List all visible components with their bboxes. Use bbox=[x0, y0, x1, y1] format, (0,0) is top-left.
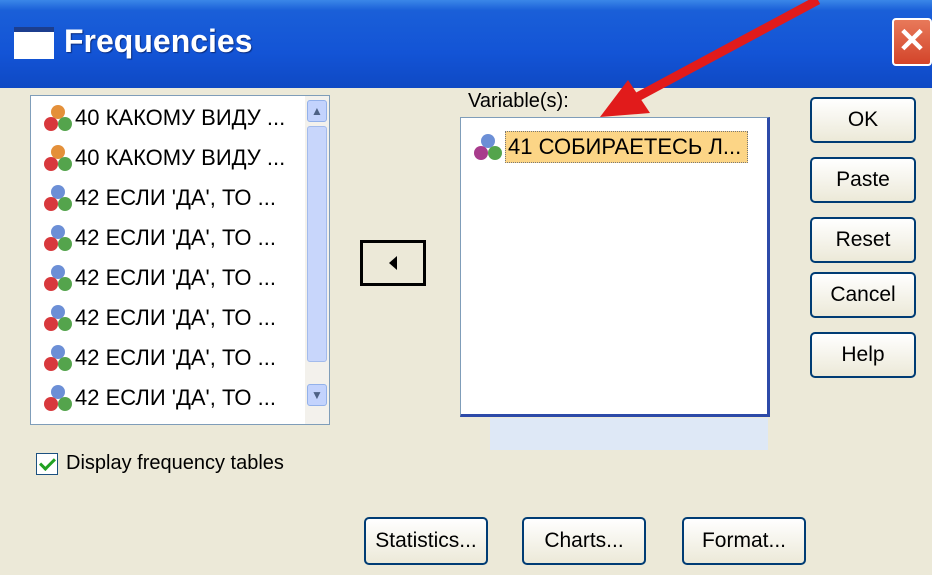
ordinal-variable-icon bbox=[44, 225, 72, 251]
ordinal-variable-icon bbox=[44, 345, 72, 371]
reset-button[interactable]: Reset bbox=[810, 217, 916, 263]
list-item-label: 42 ЕСЛИ 'ДА', ТО ... bbox=[75, 265, 276, 290]
format-button[interactable]: Format... bbox=[682, 517, 806, 565]
ordinal-variable-icon bbox=[474, 134, 502, 160]
ordinal-variable-icon bbox=[44, 265, 72, 291]
ordinal-variable-icon bbox=[44, 305, 72, 331]
nominal-variable-icon bbox=[44, 105, 72, 131]
list-item-label: 42 ЕСЛИ 'ДА', ТО ... bbox=[75, 345, 276, 370]
list-item[interactable]: 41 СОБИРАЕТЕСЬ Л... bbox=[473, 128, 765, 166]
list-item[interactable]: 42 ЕСЛИ 'ДА', ТО ... bbox=[43, 380, 276, 416]
frequencies-dialog: Frequencies ✕ 40 КАКОМУ ВИДУ ... 40 КАКО… bbox=[0, 0, 932, 575]
list-item-label: 42 ЕСЛИ 'ДА', ТО ... bbox=[75, 225, 276, 250]
list-item[interactable]: 42 ЕСЛИ 'ДА', ТО ... bbox=[43, 180, 276, 216]
scroll-thumb[interactable] bbox=[307, 126, 327, 362]
title-bar: Frequencies ✕ bbox=[0, 0, 932, 88]
list-item-label: 41 СОБИРАЕТЕСЬ Л... bbox=[505, 131, 749, 163]
scroll-up-icon[interactable]: ▲ bbox=[307, 100, 327, 122]
list-item[interactable]: 40 КАКОМУ ВИДУ ... bbox=[43, 140, 285, 176]
list-item[interactable]: 42 ЕСЛИ 'ДА', ТО ... bbox=[43, 220, 276, 256]
ok-button[interactable]: OK bbox=[810, 97, 916, 143]
left-arrow-icon bbox=[389, 256, 397, 270]
list-item[interactable]: 42 ЕСЛИ 'ДА', ТО ... bbox=[43, 340, 276, 376]
list-item-label: 42 ЕСЛИ 'ДА', ТО ... bbox=[75, 305, 276, 330]
help-button[interactable]: Help bbox=[810, 332, 916, 378]
variables-label: Variable(s): bbox=[468, 90, 569, 112]
check-icon[interactable] bbox=[36, 452, 58, 475]
close-button[interactable]: ✕ bbox=[892, 18, 932, 66]
target-variable-list[interactable]: 41 СОБИРАЕТЕСЬ Л... bbox=[460, 117, 770, 417]
move-variable-button[interactable] bbox=[360, 240, 426, 286]
nominal-variable-icon bbox=[44, 145, 72, 171]
statistics-button[interactable]: Statistics... bbox=[364, 517, 488, 565]
checkbox-label: Display frequency tables bbox=[66, 452, 284, 474]
window-title: Frequencies bbox=[64, 23, 253, 59]
scroll-down-icon[interactable]: ▼ bbox=[307, 384, 327, 406]
list-item-label: 40 КАКОМУ ВИДУ ... bbox=[75, 105, 286, 130]
source-variable-list[interactable]: 40 КАКОМУ ВИДУ ... 40 КАКОМУ ВИДУ ... 42… bbox=[30, 95, 330, 425]
list-item-label: 42 ЕСЛИ 'ДА', ТО ... bbox=[75, 385, 276, 410]
charts-button[interactable]: Charts... bbox=[522, 517, 646, 565]
paste-button[interactable]: Paste bbox=[810, 157, 916, 203]
ordinal-variable-icon bbox=[44, 385, 72, 411]
list-shadow bbox=[490, 418, 768, 450]
list-item[interactable]: 42 ЕСЛИ 'ДА', ТО ... bbox=[43, 300, 276, 336]
ordinal-variable-icon bbox=[44, 185, 72, 211]
list-scrollbar[interactable]: ▲ ▼ bbox=[305, 96, 329, 424]
list-item-label: 40 КАКОМУ ВИДУ ... bbox=[75, 145, 286, 170]
list-item-label: 42 ЕСЛИ 'ДА', ТО ... bbox=[75, 185, 276, 210]
display-frequency-tables-option[interactable]: Display frequency tables bbox=[36, 452, 284, 475]
list-item[interactable]: 42 ЕСЛИ 'ДА', ТО ... bbox=[43, 260, 276, 296]
list-item[interactable]: 40 КАКОМУ ВИДУ ... bbox=[43, 100, 285, 136]
cancel-button[interactable]: Cancel bbox=[810, 272, 916, 318]
window-icon bbox=[14, 27, 54, 59]
